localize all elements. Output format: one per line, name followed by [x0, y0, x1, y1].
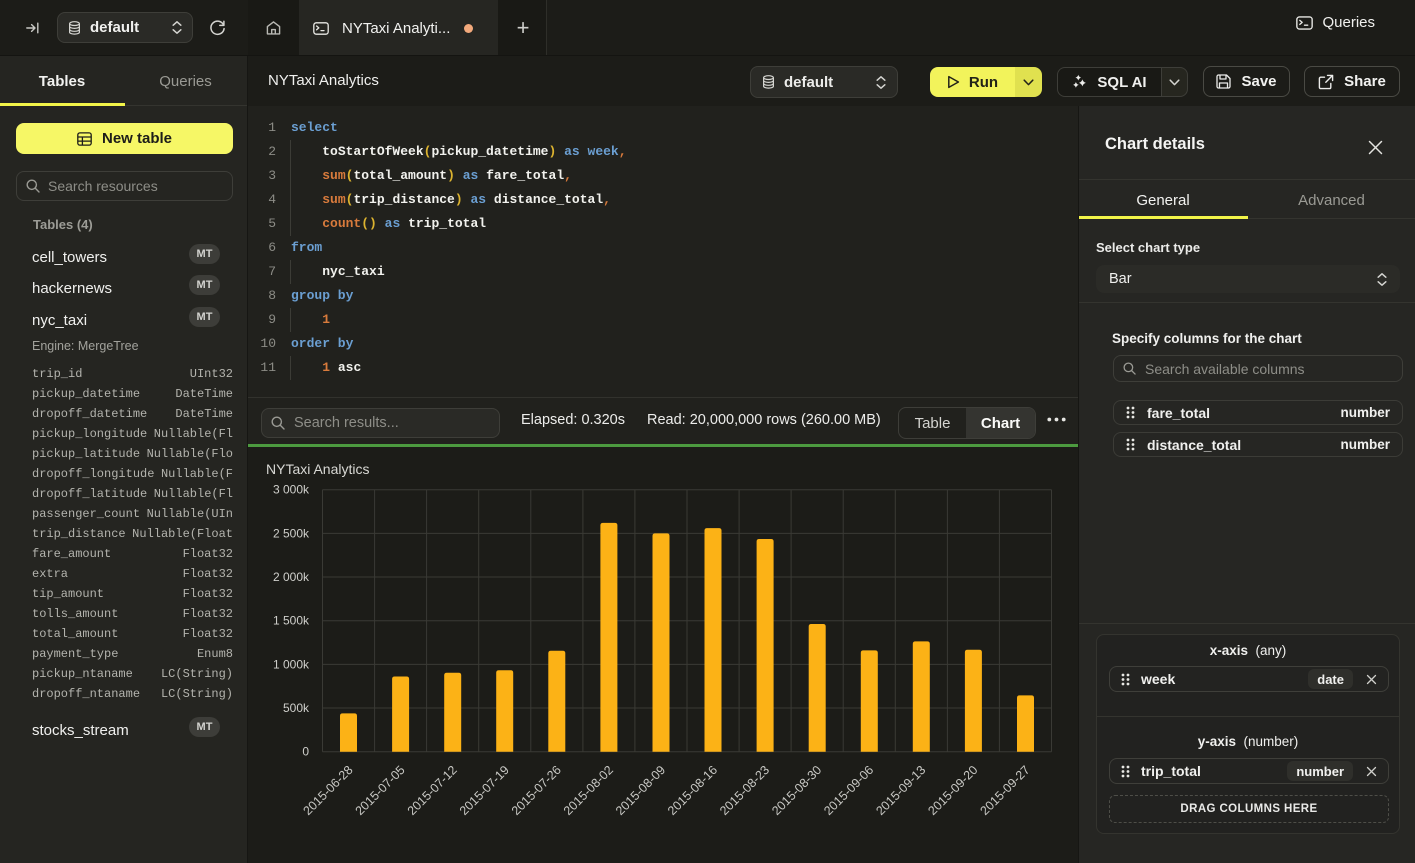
svg-text:2 000k: 2 000k — [273, 570, 310, 584]
svg-text:500k: 500k — [283, 701, 310, 715]
svg-text:2015-09-13: 2015-09-13 — [873, 763, 928, 818]
svg-text:0: 0 — [302, 745, 309, 759]
svg-text:1 500k: 1 500k — [273, 614, 310, 628]
svg-text:3 000k: 3 000k — [273, 483, 310, 497]
svg-text:2015-08-16: 2015-08-16 — [665, 763, 720, 818]
svg-text:2015-08-09: 2015-08-09 — [613, 763, 668, 818]
svg-text:2015-07-05: 2015-07-05 — [353, 763, 408, 818]
svg-text:2015-09-27: 2015-09-27 — [978, 763, 1033, 818]
svg-text:1 000k: 1 000k — [273, 657, 310, 671]
svg-text:2015-08-23: 2015-08-23 — [717, 763, 772, 818]
svg-text:2 500k: 2 500k — [273, 526, 310, 540]
svg-text:2015-07-12: 2015-07-12 — [405, 763, 460, 818]
svg-text:2015-09-20: 2015-09-20 — [925, 763, 980, 818]
svg-text:2015-07-19: 2015-07-19 — [457, 763, 512, 818]
svg-text:NYTaxi Analytics: NYTaxi Analytics — [266, 461, 369, 477]
svg-text:2015-07-26: 2015-07-26 — [509, 763, 564, 818]
svg-text:2015-06-28: 2015-06-28 — [301, 763, 356, 818]
svg-text:2015-08-02: 2015-08-02 — [561, 763, 616, 818]
svg-text:2015-09-06: 2015-09-06 — [821, 763, 876, 818]
svg-text:2015-08-30: 2015-08-30 — [769, 763, 824, 818]
